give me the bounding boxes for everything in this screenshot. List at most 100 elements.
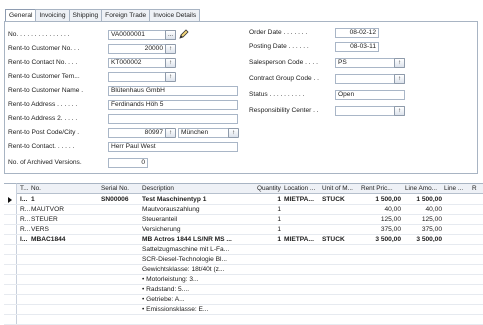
cell-no[interactable]: 1 [31,196,91,203]
tab-shipping[interactable]: Shipping [68,9,103,21]
col-quantity-header[interactable]: Quantity [257,185,281,192]
cell-quantity[interactable]: 1 [257,216,281,223]
cell-description[interactable]: Sattelzugmaschine mit L-Fa... [142,246,250,253]
row-selector[interactable] [4,255,17,265]
table-row[interactable]: R... VERS Versicherung 1 375,00 375,00 [17,225,483,235]
cell-location[interactable]: MIETPA... [284,196,320,203]
cell-quantity[interactable]: 1 [257,236,281,243]
col-type-header[interactable]: T... [20,185,29,192]
contract-group-lookup-button[interactable]: ↑ [394,74,405,84]
posting-date-field[interactable]: 08-03-11 [335,42,379,52]
col-description-header[interactable]: Description [142,185,174,192]
cell-quantity[interactable]: 1 [257,196,281,203]
cell-rent-price[interactable]: 375,00 [361,226,401,233]
rent-to-address-field[interactable]: Ferdinands Höh 5 [108,100,238,110]
table-row[interactable]: • Getriebe: A... [17,295,483,305]
cell-type[interactable]: R... [20,216,30,223]
no-assist-button[interactable]: ... [165,30,176,40]
row-selector[interactable] [4,315,17,325]
table-row[interactable]: • Motorleistung: 3... [17,275,483,285]
cell-description[interactable]: SCR-Diesel-Technologie Bl... [142,256,250,263]
cell-description[interactable]: Gewichtsklasse: 18t/40t (z... [142,266,250,273]
salesperson-lookup-button[interactable]: ↑ [394,58,405,68]
table-row[interactable]: Sattelzugmaschine mit L-Fa... [17,245,483,255]
cell-description[interactable]: • Motorleistung: 3... [142,276,250,283]
cell-unit[interactable]: STÜCK [322,236,358,243]
tab-invoicing[interactable]: Invoicing [35,9,70,21]
table-row[interactable]: R... STEUER Steueranteil 1 125,00 125,00 [17,215,483,225]
tab-invoice-details[interactable]: Invoice Details [149,9,201,21]
cell-line-amount[interactable]: 40,00 [405,206,442,213]
cell-type[interactable]: R... [20,206,30,213]
edit-pencil-icon[interactable] [178,28,190,40]
cell-description[interactable]: Steueranteil [142,216,250,223]
row-selector[interactable] [4,275,17,285]
row-selector[interactable] [4,225,17,235]
cell-rent-price[interactable]: 125,00 [361,216,401,223]
cell-type[interactable]: I... [20,236,30,243]
rent-to-post-code-field[interactable]: 80997 [108,128,166,138]
cell-no[interactable]: MBAC1844 [31,236,91,243]
cell-quantity[interactable]: 1 [257,226,281,233]
cell-no[interactable]: MAUTVOR [31,206,91,213]
cell-description[interactable]: • Getriebe: A... [142,296,250,303]
status-field[interactable]: Open [335,90,405,100]
cell-line-amount[interactable]: 1 500,00 [405,196,442,203]
cell-type[interactable]: R... [20,226,30,233]
cell-line-amount[interactable]: 125,00 [405,216,442,223]
archived-versions-field[interactable]: 0 [108,158,148,168]
row-selector[interactable] [4,235,17,245]
city-lookup-button[interactable]: ↑ [228,128,239,138]
cell-description[interactable]: Versicherung [142,226,250,233]
col-line-header[interactable]: Line ... [444,185,463,192]
row-selector[interactable] [4,285,17,295]
template-lookup-button[interactable]: ↑ [165,72,176,82]
cell-serial-no[interactable]: SN00006 [101,196,139,203]
table-row[interactable]: SCR-Diesel-Technologie Bl... [17,255,483,265]
table-row[interactable]: R... MAUTVOR Mautvorauszahlung 1 40,00 40,00 [17,205,483,215]
col-r-header[interactable]: R [472,185,477,192]
rent-to-customer-template-field[interactable] [108,72,166,82]
table-row[interactable]: Gewichtsklasse: 18t/40t (z... [17,265,483,275]
cell-line-amount[interactable]: 375,00 [405,226,442,233]
row-selector[interactable] [4,305,17,315]
cell-line-amount[interactable]: 3 500,00 [405,236,442,243]
order-date-field[interactable]: 08-02-12 [335,28,379,38]
rent-to-customer-no-field[interactable]: 20000 [108,44,166,54]
tab-foreign-trade[interactable]: Foreign Trade [101,9,151,21]
col-line-amount-header[interactable]: Line Amo... [405,185,437,192]
row-selector[interactable] [4,195,17,205]
table-row[interactable] [17,315,483,325]
col-no-header[interactable]: No. [31,185,41,192]
col-serial-no-header[interactable]: Serial No. [101,185,129,192]
post-code-lookup-button[interactable]: ↑ [165,128,176,138]
row-selector[interactable] [4,295,17,305]
table-row[interactable]: • Radstand: 5.... [17,285,483,295]
cell-quantity[interactable]: 1 [257,206,281,213]
cell-type[interactable]: I... [20,196,30,203]
table-row[interactable]: I... MBAC1844 MB Actros 1844 LS/NR MS ... 1… [17,235,483,245]
cell-unit[interactable]: STÜCK [322,196,358,203]
table-row[interactable]: • Emissionsklasse: E... [17,305,483,315]
col-rent-price-header[interactable]: Rent Pric... [361,185,393,192]
customer-lookup-button[interactable]: ↑ [165,44,176,54]
responsibility-center-lookup-button[interactable]: ↑ [394,106,405,116]
table-row[interactable]: I... 1 SN00006 Test Maschinentyp 1 1 MIETPA..… [17,195,483,205]
cell-no[interactable]: VERS [31,226,91,233]
rent-to-customer-name-field[interactable]: Blütenhaus GmbH [108,86,238,96]
cell-description[interactable]: Test Maschinentyp 1 [142,196,250,203]
col-location-header[interactable]: Location ... [284,185,315,192]
cell-rent-price[interactable]: 40,00 [361,206,401,213]
row-selector[interactable] [4,265,17,275]
rent-to-contact-field[interactable]: Herr Paul West [108,142,238,152]
rent-to-contact-no-field[interactable]: KT000002 [108,58,166,68]
cell-rent-price[interactable]: 1 500,00 [361,196,401,203]
cell-description[interactable]: • Emissionsklasse: E... [142,306,250,313]
cell-no[interactable]: STEUER [31,216,91,223]
cell-description[interactable]: MB Actros 1844 LS/NR MS ... [142,236,250,243]
cell-rent-price[interactable]: 3 500,00 [361,236,401,243]
row-selector[interactable] [4,245,17,255]
cell-location[interactable]: MIETPA... [284,236,320,243]
contact-lookup-button[interactable]: ↑ [165,58,176,68]
col-unit-header[interactable]: Unit of M... [322,185,353,192]
